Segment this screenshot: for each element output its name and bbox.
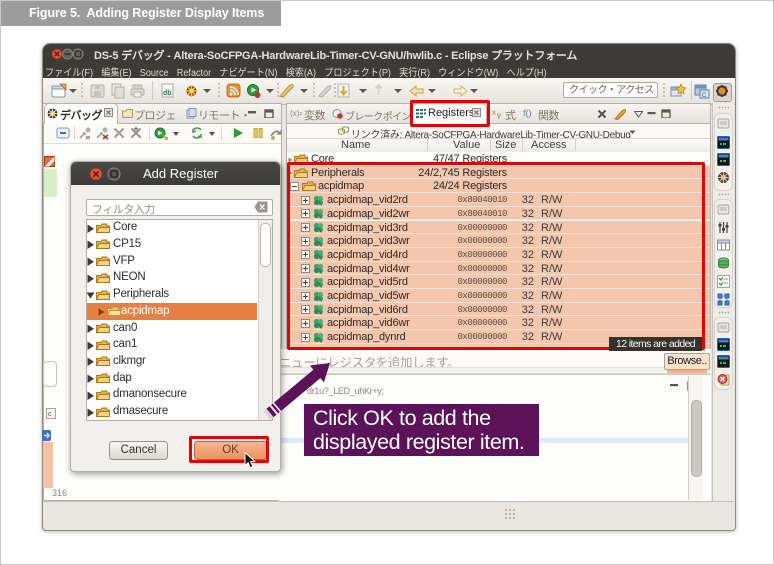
svg-text:y: y	[497, 111, 501, 119]
svg-text:(x)=: (x)=	[290, 109, 302, 118]
svg-text:x: x	[492, 108, 496, 117]
svg-text:C: C	[702, 93, 707, 99]
svg-text:f(): f()	[523, 108, 532, 118]
svg-text:c: c	[48, 411, 52, 418]
svg-text:db: db	[163, 90, 172, 97]
